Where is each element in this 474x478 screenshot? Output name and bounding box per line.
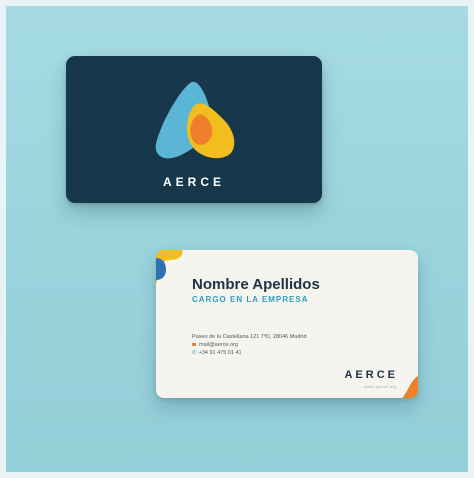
phone-line: ✆ +34 91 475 01 41	[192, 349, 307, 357]
phone-icon: ✆	[192, 350, 197, 356]
contact-name: Nombre Apellidos	[192, 276, 320, 293]
corner-accent-orange	[402, 376, 418, 398]
photo-background: AERCE Nombre Apellidos CARGO EN LA EMPRE…	[6, 6, 468, 472]
email-line: mail@aerce.org	[192, 341, 307, 349]
brand-web: www.aerce.org	[364, 384, 397, 389]
contact-details: Paseo de la Castellana 121 7ºD, 28046 Ma…	[192, 333, 307, 357]
phone: +34 91 475 01 41	[198, 350, 242, 356]
address: Paseo de la Castellana 121 7ºD, 28046 Ma…	[192, 334, 307, 340]
logo-mark-icon	[155, 81, 235, 159]
brand-name-back: AERCE	[344, 369, 398, 381]
contact-role: CARGO EN LA EMPRESA	[192, 295, 309, 304]
corner-accent	[156, 250, 183, 284]
business-card-back: Nombre Apellidos CARGO EN LA EMPRESA Pas…	[156, 250, 418, 398]
brand-name-front: AERCE	[162, 175, 225, 189]
email-icon	[192, 343, 196, 347]
business-card-front: AERCE	[66, 56, 322, 203]
email: mail@aerce.org	[199, 342, 238, 348]
